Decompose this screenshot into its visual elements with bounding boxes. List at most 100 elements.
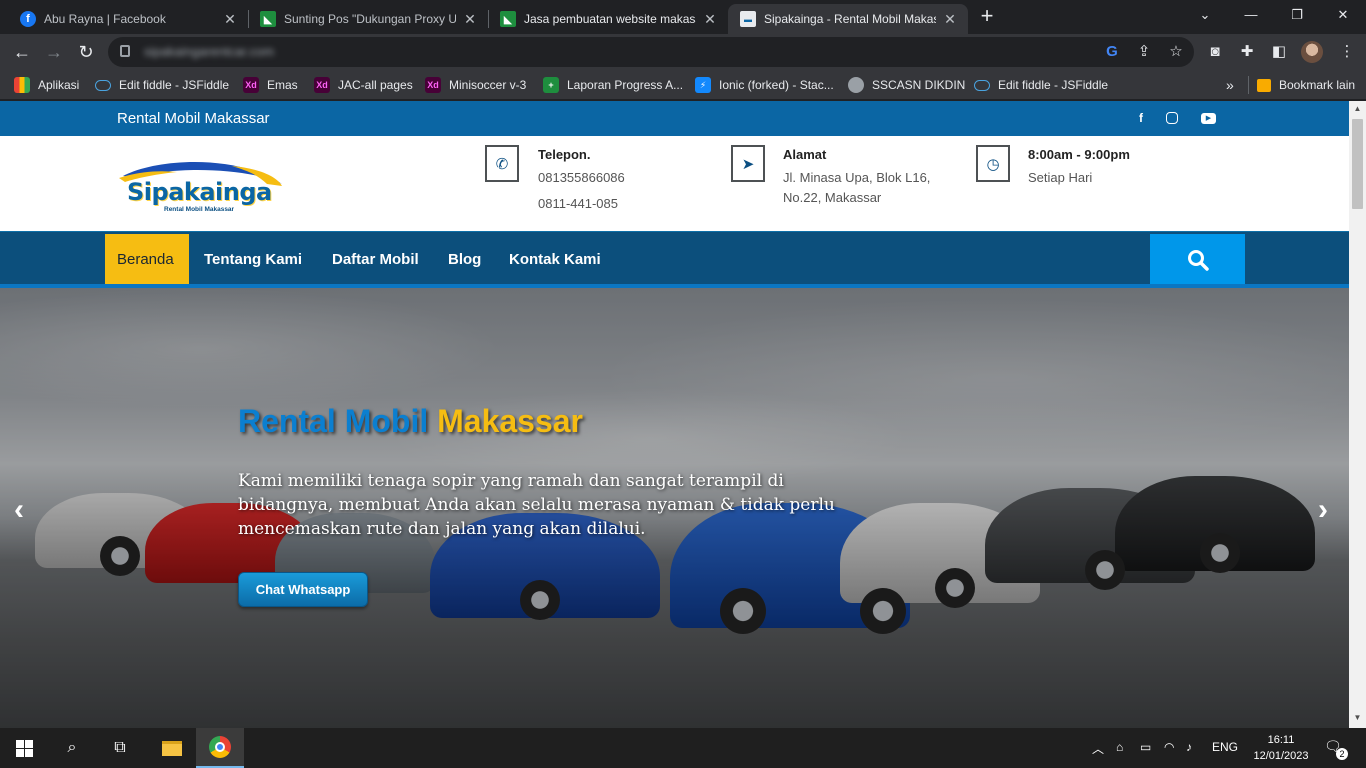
bookmark-aplikasi[interactable]: Aplikasi (14, 76, 79, 94)
tray-chevron-icon[interactable]: ︿ (1092, 740, 1104, 757)
chrome-taskbar-icon[interactable] (196, 728, 244, 768)
browser-toolbar: ← → ↻ sipakaingarentcar.com G ⇪ ☆ ◙ ✚ ◧ … (0, 34, 1366, 70)
cloud-icon (974, 79, 990, 91)
tab-facebook[interactable]: f Abu Rayna | Facebook ✕ (8, 4, 248, 34)
file-explorer-icon[interactable] (148, 728, 196, 768)
hero-title-blue: Rental Mobil (238, 403, 429, 439)
more-bookmarks-chevron-icon[interactable]: » (1226, 76, 1234, 94)
nav-daftar-mobil[interactable]: Daftar Mobil (320, 234, 431, 285)
bookmark-emas[interactable]: Xd Emas (243, 76, 298, 94)
task-view-icon[interactable]: ⧉ (96, 728, 144, 768)
meet-now-icon[interactable]: ⌂ (1116, 740, 1123, 754)
close-window-icon[interactable]: ✕ (1330, 4, 1356, 26)
language-indicator[interactable]: ENG (1212, 740, 1238, 754)
tab-sunting-pos[interactable]: ◣ Sunting Pos "Dukungan Proxy Ur ✕ (248, 4, 488, 34)
bookmark-jsfiddle[interactable]: Edit fiddle - JSFiddle (95, 76, 229, 94)
restore-icon[interactable]: ❐ (1284, 4, 1310, 26)
xd-icon: Xd (425, 77, 441, 93)
xd-icon: Xd (243, 77, 259, 93)
tab-sipakainga[interactable]: ▬ Sipakainga - Rental Mobil Makass ✕ (728, 4, 968, 34)
tab-title: Abu Rayna | Facebook (44, 12, 166, 26)
tab-search-icon[interactable]: ⌄ (1192, 4, 1218, 26)
bookmark-label: Edit fiddle - JSFiddle (119, 78, 230, 92)
bookmark-label: Laporan Progress A... (567, 78, 684, 92)
bookmark-star-icon[interactable]: ☆ (1166, 42, 1186, 62)
page-scrollbar[interactable]: ▲ ▼ (1349, 101, 1366, 728)
search-icon[interactable]: ⌕ (48, 728, 96, 768)
profile-avatar[interactable] (1301, 41, 1323, 63)
address-line-1: Jl. Minasa Upa, Blok L16, (783, 170, 931, 185)
site-topbar: Rental Mobil Makassar f ▶ (0, 101, 1349, 136)
share-icon[interactable]: ⇪ (1134, 42, 1154, 62)
scroll-up-icon[interactable]: ▲ (1353, 104, 1362, 113)
reload-icon[interactable]: ↻ (74, 40, 98, 64)
google-icon[interactable]: G (1102, 42, 1122, 62)
extensions-puzzle-icon[interactable]: ✚ (1236, 41, 1258, 63)
close-tab-icon[interactable]: ✕ (462, 11, 478, 28)
close-tab-icon[interactable]: ✕ (942, 11, 958, 28)
xd-icon: Xd (314, 77, 330, 93)
close-tab-icon[interactable]: ✕ (702, 11, 718, 28)
volume-icon[interactable]: ♪ (1186, 740, 1192, 754)
phone-number-1[interactable]: 081355866086 (538, 170, 625, 185)
nav-blog[interactable]: Blog (436, 234, 493, 285)
search-icon (1187, 249, 1209, 271)
windows-start-icon[interactable] (0, 728, 48, 768)
nav-kontak-kami[interactable]: Kontak Kami (497, 234, 613, 285)
battery-icon[interactable]: ▭ (1140, 740, 1151, 754)
youtube-icon[interactable]: ▶ (1201, 113, 1216, 124)
minimize-icon[interactable]: — (1238, 4, 1264, 26)
logo-text: Sipakainga (127, 178, 272, 206)
bookmark-jac[interactable]: Xd JAC-all pages (314, 76, 413, 94)
bookmark-label: Edit fiddle - JSFiddle (998, 78, 1109, 92)
tab-title: Sunting Pos "Dukungan Proxy Ur (284, 12, 456, 26)
site-header: Sipakainga Rental Mobil Makassar ✆ Telep… (0, 136, 1349, 231)
bookmark-other[interactable]: Bookmark lain (1257, 76, 1355, 94)
slider-next-icon[interactable]: › (1318, 493, 1328, 527)
wifi-icon[interactable]: ◠ (1164, 740, 1174, 754)
side-panel-icon[interactable]: ◧ (1268, 41, 1290, 63)
bookmark-sscasn[interactable]: SSCASN DIKDIN (848, 76, 965, 94)
close-tab-icon[interactable]: ✕ (222, 11, 238, 28)
lock-icon (120, 45, 130, 57)
cloud-icon (95, 79, 111, 91)
facebook-icon[interactable]: f (1133, 111, 1149, 125)
address-line-2: No.22, Makassar (783, 190, 882, 205)
search-button[interactable] (1150, 234, 1245, 285)
camera-extension-icon[interactable]: ◙ (1204, 41, 1226, 63)
taskbar-clock[interactable]: 16:11 12/01/2023 (1251, 732, 1311, 764)
clock-date: 12/01/2023 (1253, 750, 1309, 762)
topbar-title: Rental Mobil Makassar (117, 110, 270, 127)
back-arrow-icon[interactable]: ← (10, 40, 34, 64)
bookmark-minisoccer[interactable]: Xd Minisoccer v-3 (425, 76, 526, 94)
main-navbar: Beranda Tentang Kami Daftar Mobil Blog K… (0, 231, 1349, 288)
menu-kebab-icon[interactable]: ⋮ (1336, 41, 1358, 63)
bookmark-laporan[interactable]: + Laporan Progress A... (543, 76, 683, 94)
notification-count: 2 (1336, 748, 1348, 760)
clock-icon: ◷ (976, 145, 1010, 182)
logo-subtitle: Rental Mobil Makassar (164, 206, 235, 213)
nav-tentang-kami[interactable]: Tentang Kami (192, 234, 314, 285)
chat-whatsapp-button[interactable]: Chat Whatsapp (238, 572, 368, 607)
address-title: Alamat (783, 147, 827, 162)
web-page: Rental Mobil Makassar f ▶ Sipakainga Ren… (0, 101, 1349, 728)
instagram-icon[interactable] (1166, 112, 1178, 124)
slider-prev-icon[interactable]: ‹ (14, 493, 24, 527)
bookmark-ionic[interactable]: ⚡ Ionic (forked) - Stac... (695, 76, 834, 94)
bookmark-label: Aplikasi (38, 78, 80, 92)
new-tab-button[interactable]: + (976, 5, 998, 28)
sheet-plus-icon: + (543, 77, 559, 93)
folder-shape (162, 740, 182, 756)
nav-beranda[interactable]: Beranda (105, 234, 189, 285)
scroll-down-icon[interactable]: ▼ (1353, 713, 1362, 722)
phone-number-2[interactable]: 0811-441-085 (538, 196, 618, 211)
sheet-icon: ◣ (500, 11, 516, 27)
bookmark-jsfiddle-2[interactable]: Edit fiddle - JSFiddle (974, 76, 1108, 94)
site-logo[interactable]: Sipakainga Rental Mobil Makassar (117, 156, 287, 216)
bookmarks-divider (1248, 76, 1249, 94)
forward-arrow-icon[interactable]: → (42, 40, 66, 64)
scroll-thumb[interactable] (1352, 119, 1363, 209)
folder-icon (1257, 78, 1271, 92)
tab-jasa-website[interactable]: ◣ Jasa pembuatan website makassa ✕ (488, 4, 728, 34)
address-bar[interactable]: sipakaingarentcar.com G ⇪ ☆ (108, 37, 1194, 67)
